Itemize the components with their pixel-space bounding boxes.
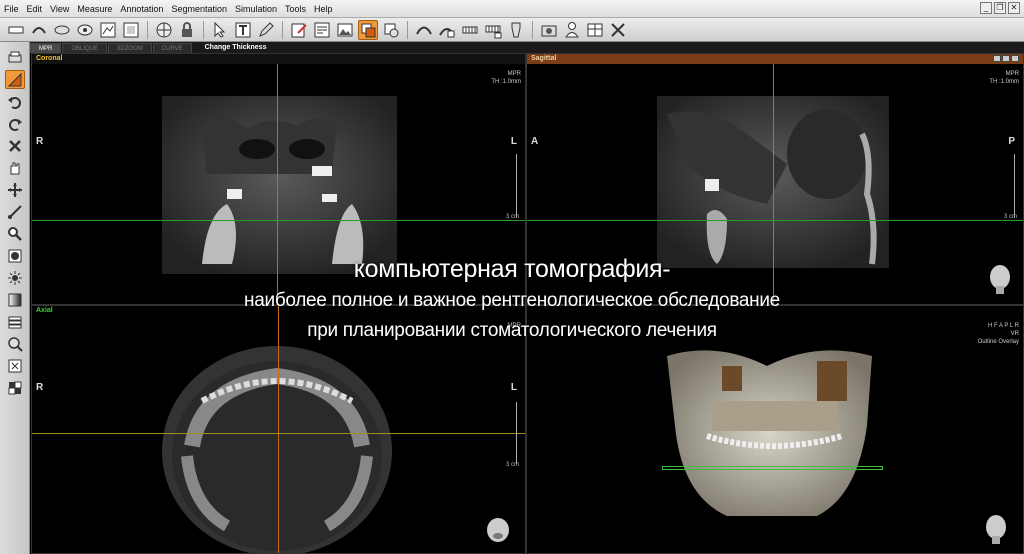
close-button[interactable]: ✕: [1008, 2, 1020, 14]
caption-overlay: компьютерная томография- наиболее полное…: [0, 252, 1024, 346]
scale-bar: [1007, 154, 1015, 218]
teeth-icon[interactable]: [460, 20, 480, 40]
dental-arch-icon[interactable]: [29, 20, 49, 40]
plane-indicator[interactable]: [662, 466, 883, 470]
toolbar-separator: [147, 20, 148, 39]
print-icon[interactable]: [5, 48, 25, 67]
scale-bar: [509, 402, 517, 464]
patient-icon[interactable]: [562, 20, 582, 40]
frame-icon[interactable]: [121, 20, 141, 40]
tab-oblique[interactable]: OBLIQUE: [62, 43, 108, 53]
undo-icon[interactable]: [5, 92, 25, 111]
menu-edit[interactable]: Edit: [23, 0, 47, 18]
horizontal-crosshair[interactable]: [527, 220, 1023, 221]
copy-icon[interactable]: [381, 20, 401, 40]
lock-icon[interactable]: [177, 20, 197, 40]
scale-bar: [509, 154, 517, 218]
caption-line-2: наиболее полное и важное рентгенологичес…: [244, 290, 780, 311]
horizontal-crosshair[interactable]: [32, 433, 525, 434]
orientation-left: A: [531, 136, 539, 147]
menu-bar: File Edit View Measure Annotation Segmen…: [0, 0, 1024, 18]
toolbar-separator: [532, 20, 533, 39]
settings-tools-icon[interactable]: [608, 20, 628, 40]
pencil-icon[interactable]: [256, 20, 276, 40]
image-icon[interactable]: [335, 20, 355, 40]
delete-icon[interactable]: [5, 136, 25, 155]
nerve-curve-icon[interactable]: [437, 20, 457, 40]
zoom-icon[interactable]: [5, 224, 25, 243]
scale-label: 3 cm: [1003, 214, 1017, 220]
scale-label: 3 cm: [505, 214, 519, 220]
menu-simulation[interactable]: Simulation: [231, 0, 281, 18]
chart-icon[interactable]: [98, 20, 118, 40]
toolbar-separator: [407, 20, 408, 39]
edit-note-icon[interactable]: [289, 20, 309, 40]
view-tabs: MPR OBLIQUE 3DZOOM CURVE Change Thicknes…: [30, 42, 1024, 53]
tab-curve[interactable]: CURVE: [152, 43, 192, 53]
orientation-right: L: [510, 136, 517, 147]
sagittal-info: MPR TH :1.0mm: [989, 71, 1019, 85]
layout-icon[interactable]: [6, 20, 26, 40]
coronal-info: MPR TH :1.0mm: [491, 71, 521, 85]
overlay-mode-icon[interactable]: [358, 19, 378, 40]
text-tool-icon[interactable]: [233, 20, 253, 40]
implant-icon[interactable]: [506, 20, 526, 40]
caption-line-3: при планировании стоматологического лече…: [307, 320, 717, 341]
menu-view[interactable]: View: [46, 0, 73, 18]
orientation-right: P: [1008, 136, 1015, 147]
window-controls: _ ❐ ✕: [980, 2, 1020, 14]
main-toolbar: [0, 18, 1024, 42]
horizontal-crosshair[interactable]: [32, 220, 525, 221]
change-thickness-button[interactable]: Change Thickness: [193, 43, 267, 53]
orientation-right: L: [510, 382, 517, 393]
move-icon[interactable]: [5, 180, 25, 199]
hand-icon[interactable]: [5, 158, 25, 177]
head-orientation-icon[interactable]: [983, 514, 1009, 544]
reset-view-icon[interactable]: [5, 356, 25, 375]
tab-3dzoom[interactable]: 3DZOOM: [108, 43, 152, 53]
report-icon[interactable]: [312, 20, 332, 40]
measure-ruler-icon[interactable]: [5, 202, 25, 221]
caption-line-1: компьютерная томография-: [353, 255, 671, 283]
restore-button[interactable]: ❐: [994, 2, 1006, 14]
minimize-button[interactable]: _: [980, 2, 992, 14]
curve-icon[interactable]: [414, 20, 434, 40]
menu-tools[interactable]: Tools: [281, 0, 310, 18]
pointer-icon[interactable]: [210, 20, 230, 40]
toolbar-separator: [203, 20, 204, 39]
window-level-icon[interactable]: [4, 70, 25, 89]
implant-view-icon[interactable]: [75, 20, 95, 40]
globe-icon[interactable]: [154, 20, 174, 40]
layout-grid-icon[interactable]: [585, 20, 605, 40]
orientation-left: R: [36, 382, 44, 393]
menu-help[interactable]: Help: [310, 0, 337, 18]
menu-file[interactable]: File: [0, 0, 23, 18]
panoramic-icon[interactable]: [52, 20, 72, 40]
tab-mpr[interactable]: MPR: [30, 43, 62, 53]
orientation-left: R: [36, 136, 44, 147]
head-orientation-icon[interactable]: [485, 514, 511, 544]
scale-label: 3 cm: [505, 462, 519, 468]
teeth-measure-icon[interactable]: [483, 20, 503, 40]
menu-measure[interactable]: Measure: [73, 0, 116, 18]
menu-annotation[interactable]: Annotation: [116, 0, 167, 18]
checker-icon[interactable]: [5, 378, 25, 397]
redo-icon[interactable]: [5, 114, 25, 133]
menu-segmentation[interactable]: Segmentation: [167, 0, 231, 18]
toolbar-separator: [282, 20, 283, 39]
camera-icon[interactable]: [539, 20, 559, 40]
